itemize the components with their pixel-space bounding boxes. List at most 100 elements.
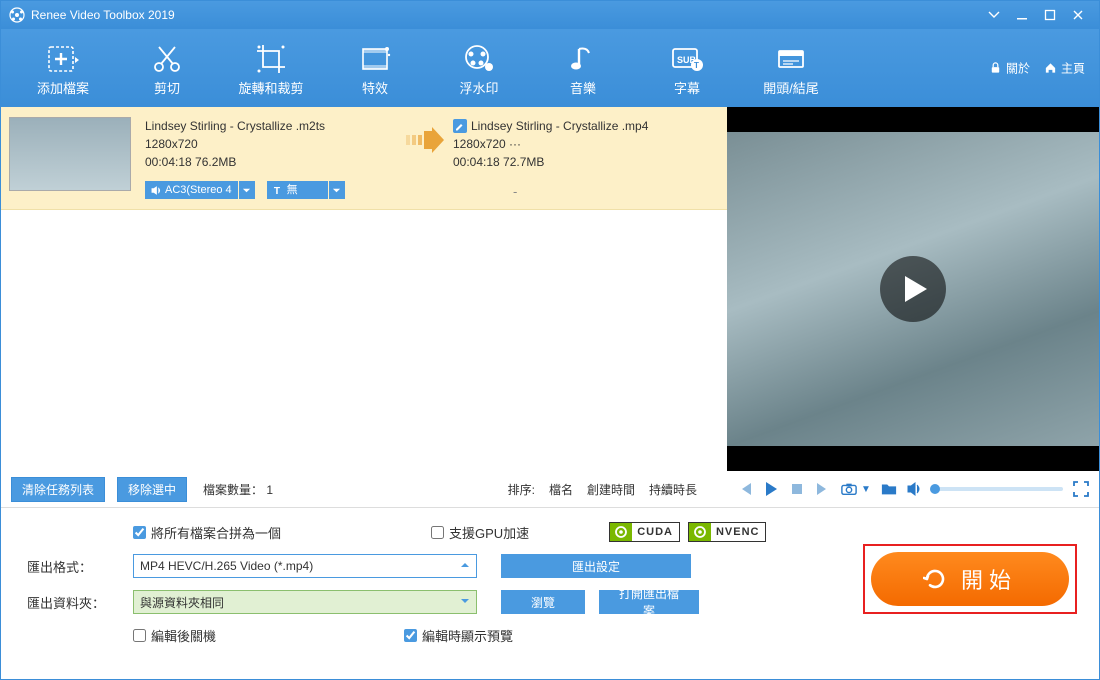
sort-by-created[interactable]: 創建時間 [587,481,635,498]
folder-combo[interactable]: 與源資料夾相同 [133,590,477,614]
chevron-down-icon [329,181,345,199]
next-button[interactable] [815,481,831,497]
play-button[interactable] [763,481,779,497]
subtitle-track-select[interactable]: T無 [267,181,345,199]
format-label: 匯出格式： [27,557,123,576]
nvenc-badge: NVENC [688,522,767,542]
toolbar-label: 添加檔案 [11,78,115,97]
sort-label: 排序: [508,481,535,498]
preview-on-edit-checkbox[interactable]: 編輯時顯示預覽 [404,626,513,645]
play-overlay-button[interactable] [880,256,946,322]
toolbar-rotate-crop[interactable]: 旋轉和裁剪 [219,40,323,97]
toolbar-subtitle[interactable]: SUBT 字幕 [635,40,739,97]
chevron-down-icon [239,181,255,199]
shutdown-after-checkbox[interactable]: 編輯後關機 [133,626,216,645]
volume-button[interactable] [907,481,923,497]
source-resolution: 1280x720 [145,135,405,153]
speaker-icon [151,185,162,196]
maximize-button[interactable] [1037,5,1063,25]
sort-by-duration[interactable]: 持續時長 [649,481,697,498]
toolbar-label: 特效 [323,78,427,97]
player-controls: ▼ [727,471,1099,507]
merge-all-checkbox[interactable]: 將所有檔案合拼為一個 [133,523,281,542]
toolbar-music[interactable]: 音樂 [531,40,635,97]
start-button-highlight: 開始 [863,544,1077,614]
stop-button[interactable] [789,481,805,497]
main-toolbar: 添加檔案 剪切 旋轉和裁剪 特效 浮水印 音樂 SUBT 字幕 開頭/結尾 關於… [1,29,1099,107]
minimize-button[interactable] [1009,5,1035,25]
toolbar-label: 浮水印 [427,78,531,97]
chevron-down-icon [460,595,470,609]
add-file-icon [11,40,115,78]
output-extra: - [453,183,719,201]
cuda-badge: CUDA [609,522,680,542]
sort-by-name[interactable]: 檔名 [549,481,573,498]
source-filename: Lindsey Stirling - Crystallize .m2ts [145,117,405,135]
browse-button[interactable]: 瀏覽 [501,590,585,614]
export-settings-panel: 將所有檔案合拼為一個 支援GPU加速 CUDA NVENC 匯出格式： MP4 … [1,507,1099,649]
remove-selected-button[interactable]: 移除選中 [117,477,187,502]
toolbar-label: 剪切 [115,78,219,97]
film-icon [323,40,427,78]
app-title: Renee Video Toolbox 2019 [31,8,979,22]
format-combo[interactable]: MP4 HEVC/H.265 Video (*.mp4) [133,554,477,578]
toolbar-cut[interactable]: 剪切 [115,40,219,97]
app-logo-icon [9,7,25,23]
prev-button[interactable] [737,481,753,497]
file-list: Lindsey Stirling - Crystallize .m2ts 128… [1,107,727,471]
play-icon [901,274,931,304]
subtitle-icon: SUBT [635,40,739,78]
home-icon [1044,62,1057,75]
toolbar-label: 音樂 [531,78,635,97]
chevron-up-icon [460,559,470,573]
edit-icon[interactable] [453,119,467,133]
folder-label: 匯出資料夾： [27,593,123,612]
watermark-icon [427,40,531,78]
volume-slider[interactable] [933,487,1063,491]
intro-icon [739,40,843,78]
toolbar-intro-outro[interactable]: 開頭/結尾 [739,40,843,97]
gpu-accel-checkbox[interactable]: 支援GPU加速 [431,523,529,542]
preview-panel [727,107,1099,471]
fullscreen-button[interactable] [1073,481,1089,497]
lock-icon [989,62,1002,75]
text-icon: T [273,185,284,196]
toolbar-label: 旋轉和裁剪 [219,78,323,97]
collapse-button[interactable] [981,5,1007,25]
svg-text:T: T [274,186,281,196]
refresh-icon [923,567,947,591]
close-button[interactable] [1065,5,1091,25]
output-filename: Lindsey Stirling - Crystallize .mp4 [471,117,648,135]
file-count-label: 檔案數量： [203,483,263,497]
gpu-icon [689,523,711,541]
gpu-icon [610,523,632,541]
toolbar-label: 字幕 [635,78,739,97]
toolbar-label: 開頭/結尾 [739,78,843,97]
source-duration-size: 00:04:18 76.2MB [145,153,405,171]
snapshot-button[interactable] [841,481,857,497]
output-resolution: 1280x720 ··· [453,135,719,153]
open-folder-button[interactable] [881,481,897,497]
list-action-bar: 清除任務列表 移除選中 檔案數量： 1 排序: 檔名 創建時間 持續時長 [1,471,727,507]
open-export-folder-button[interactable]: 打開匯出檔案 [599,590,699,614]
file-row[interactable]: Lindsey Stirling - Crystallize .m2ts 128… [1,107,727,210]
toolbar-add-file[interactable]: 添加檔案 [11,40,115,97]
clear-list-button[interactable]: 清除任務列表 [11,477,105,502]
file-count-value: 1 [266,483,273,497]
output-duration-size: 00:04:18 72.7MB [453,153,719,171]
toolbar-effects[interactable]: 特效 [323,40,427,97]
crop-icon [219,40,323,78]
svg-text:T: T [694,61,699,70]
toolbar-watermark[interactable]: 浮水印 [427,40,531,97]
music-icon [531,40,635,78]
export-settings-button[interactable]: 匯出設定 [501,554,691,578]
video-preview[interactable] [727,132,1099,446]
video-thumbnail [9,117,131,191]
home-link[interactable]: 主頁 [1044,60,1085,77]
arrow-right-icon [405,117,445,201]
scissors-icon [115,40,219,78]
snapshot-dropdown[interactable]: ▼ [861,484,871,495]
audio-track-select[interactable]: AC3(Stereo 4 [145,181,255,199]
about-link[interactable]: 關於 [989,60,1030,77]
start-button[interactable]: 開始 [871,552,1069,606]
